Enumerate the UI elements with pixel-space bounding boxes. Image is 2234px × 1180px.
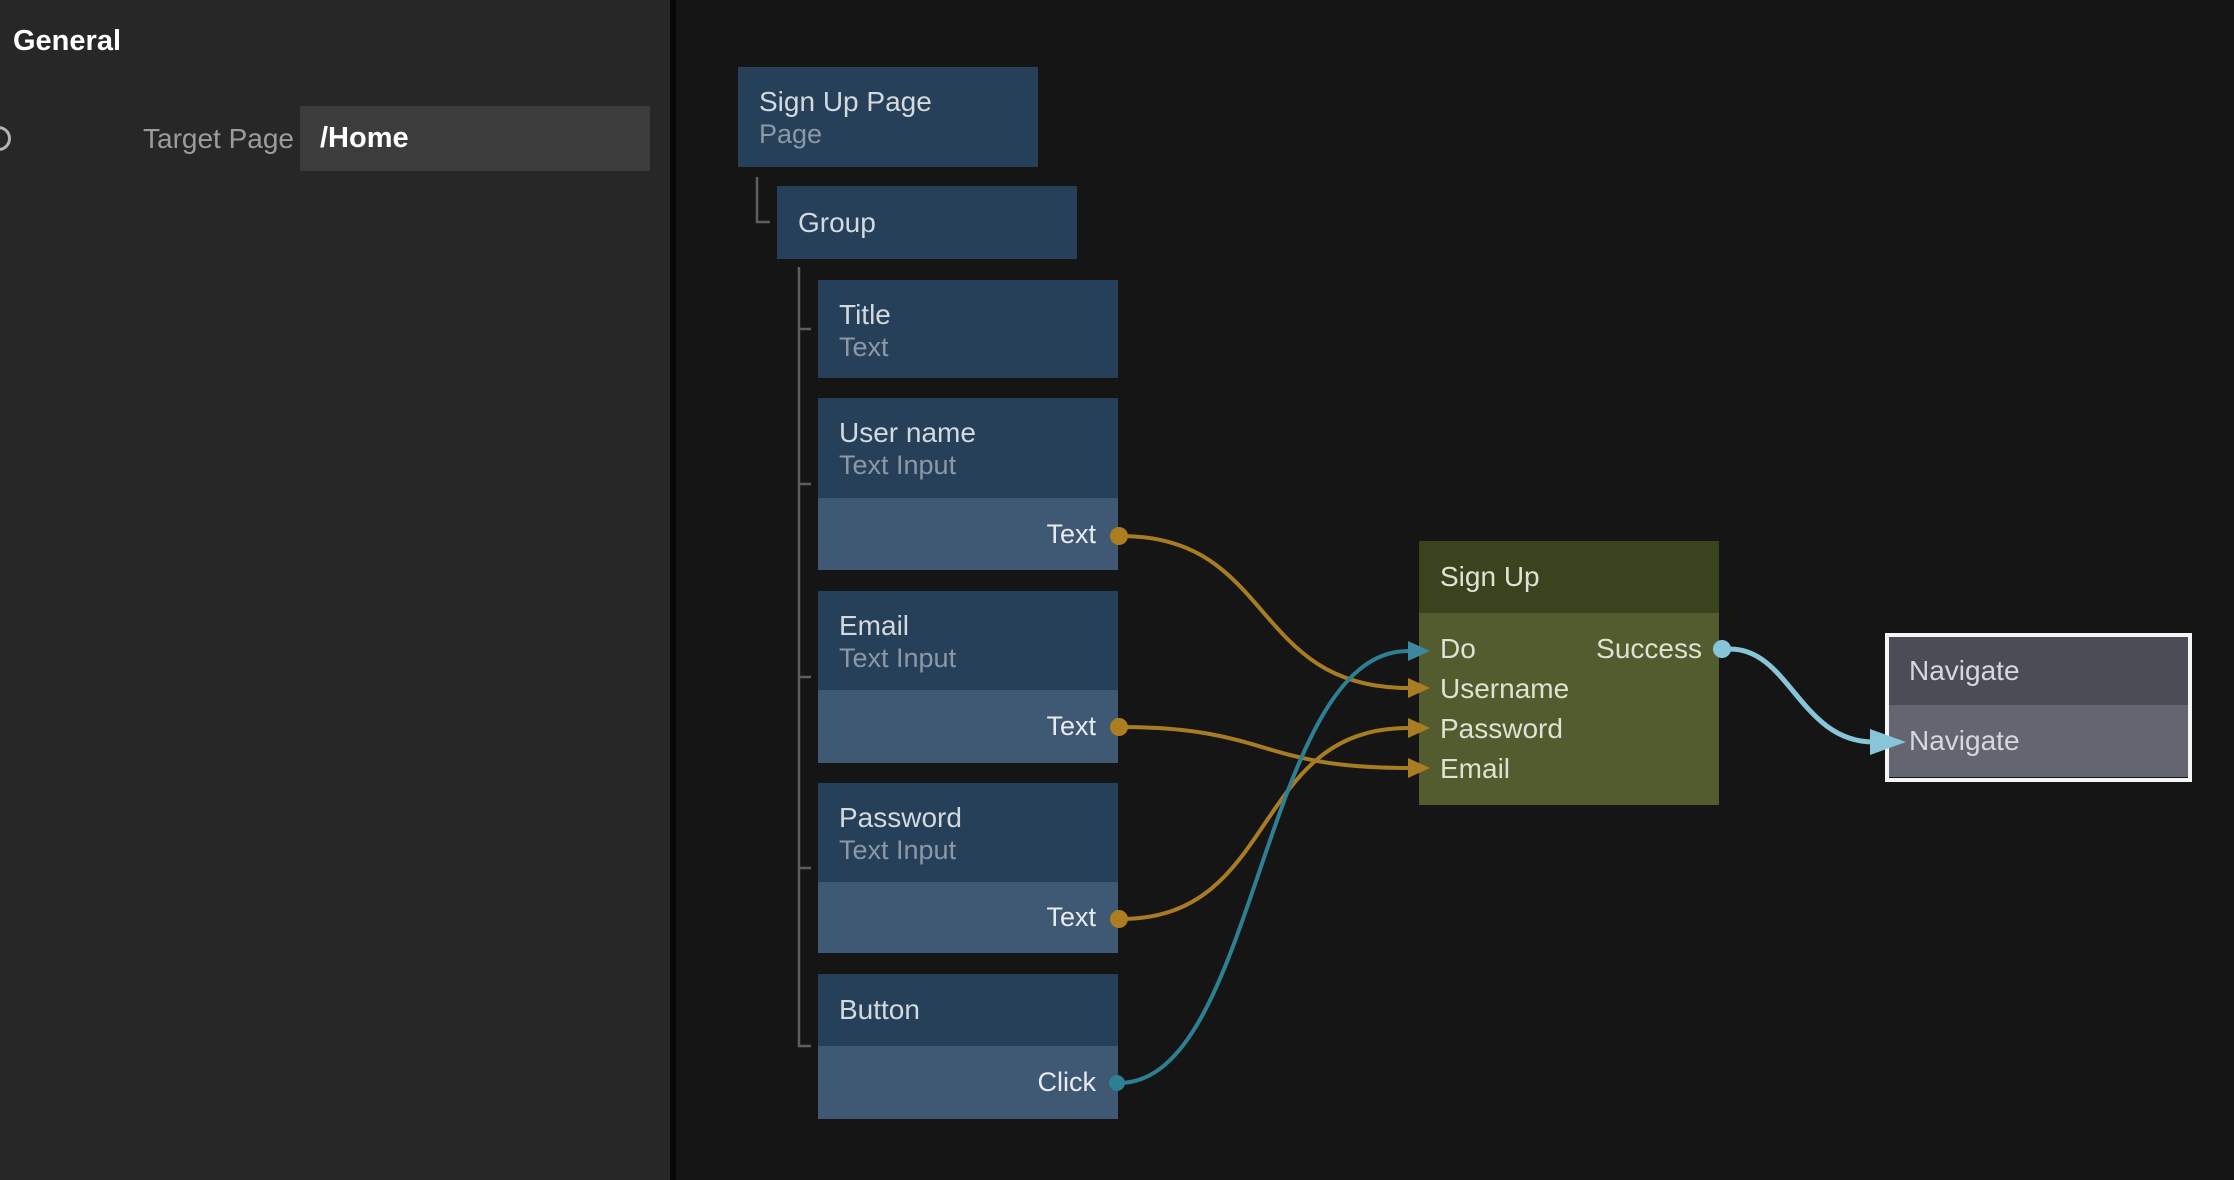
node-title: Navigate — [1889, 637, 2188, 705]
node-sign-up-page[interactable]: Sign Up Page Page — [738, 67, 1038, 167]
node-title: Button — [839, 974, 1118, 1046]
input-port-do[interactable]: Do — [1440, 633, 1476, 665]
node-sign-up-action-header[interactable]: Sign Up — [1419, 541, 1719, 613]
node-subtitle: Text Input — [839, 450, 1118, 480]
node-button[interactable]: Button — [818, 974, 1118, 1046]
input-port-password[interactable]: Password — [1440, 713, 1563, 745]
section-title: General — [13, 24, 121, 58]
node-title: Sign Up Page — [759, 85, 1038, 119]
node-title-text[interactable]: Title Text — [818, 280, 1118, 378]
output-port-label: Text — [1046, 690, 1096, 763]
node-subtitle: Page — [759, 119, 1038, 149]
output-port-label: Text — [1046, 498, 1096, 570]
input-port-email[interactable]: Email — [1440, 753, 1510, 785]
node-user-name[interactable]: User name Text Input — [818, 398, 1118, 498]
target-page-input[interactable] — [300, 106, 650, 171]
navigate-action-row[interactable]: Navigate — [1889, 705, 2188, 777]
node-title: Email — [839, 609, 1118, 643]
action-label: Navigate — [1889, 705, 2188, 777]
node-title: Password — [839, 801, 1118, 835]
node-title: User name — [839, 416, 1118, 450]
node-title: Title — [839, 298, 1118, 332]
node-title: Group — [798, 186, 1077, 259]
node-password[interactable]: Password Text Input — [818, 783, 1118, 882]
properties-panel: General Target Page — [0, 0, 670, 1180]
node-subtitle: Text Input — [839, 835, 1118, 865]
port-row-button-click[interactable]: Click — [818, 1046, 1118, 1119]
flow-editor: General Target Page Sign Up Page Page Gr… — [0, 0, 2234, 1180]
port-row-password-text[interactable]: Text — [818, 882, 1118, 953]
node-subtitle: Text — [839, 332, 1118, 362]
node-subtitle: Text Input — [839, 643, 1118, 673]
node-title: Sign Up — [1440, 561, 1540, 592]
target-page-label: Target Page — [143, 123, 294, 155]
navigate-header[interactable]: Navigate — [1889, 637, 2188, 705]
radio-circle-icon[interactable] — [0, 126, 11, 151]
input-port-username[interactable]: Username — [1440, 673, 1569, 705]
node-email[interactable]: Email Text Input — [818, 591, 1118, 690]
output-port-success[interactable]: Success — [1540, 633, 1702, 665]
port-row-username-text[interactable]: Text — [818, 498, 1118, 570]
node-navigate[interactable]: Navigate Navigate — [1885, 633, 2192, 782]
output-port-label: Click — [1038, 1046, 1097, 1119]
port-row-email-text[interactable]: Text — [818, 690, 1118, 763]
output-port-label: Text — [1046, 882, 1096, 953]
node-group[interactable]: Group — [777, 186, 1077, 259]
